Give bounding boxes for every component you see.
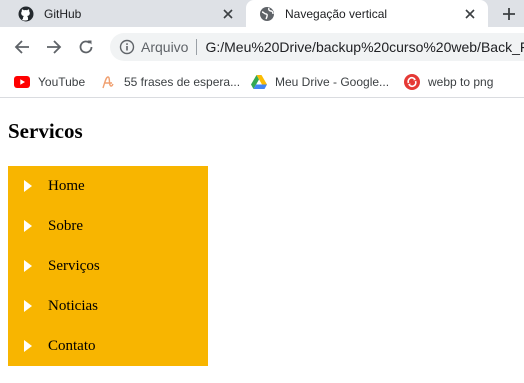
- nav-item-label: Contato: [48, 337, 96, 354]
- youtube-icon: [14, 74, 30, 90]
- tab-title: GitHub: [44, 6, 82, 21]
- close-tab-icon[interactable]: [220, 6, 236, 22]
- tab-title: Navegação vertical: [285, 6, 388, 21]
- address-bar[interactable]: Arquivo G:/Meu%20Drive/backup%20curso%20…: [110, 33, 524, 61]
- bookmark-label: YouTube: [38, 75, 86, 89]
- toolbar-divider: [0, 97, 524, 98]
- play-arrow-icon: [24, 220, 32, 232]
- page-title: Servicos: [8, 119, 83, 143]
- bookmark-webp-to-png[interactable]: webp to png: [404, 70, 493, 94]
- bookmark-frases[interactable]: 55 frases de espera...: [100, 70, 240, 94]
- nav-item-label: Home: [48, 177, 85, 194]
- nav-item-label: Serviços: [48, 257, 100, 274]
- bookmark-meu-drive[interactable]: Meu Drive - Google...: [251, 70, 389, 94]
- tab-github[interactable]: GitHub: [0, 0, 246, 27]
- url-text: G:/Meu%20Drive/backup%20curso%20web/Back…: [205, 39, 524, 55]
- github-icon: [18, 6, 34, 22]
- bookmark-label: 55 frases de espera...: [124, 75, 241, 89]
- reload-icon[interactable]: [75, 36, 97, 58]
- bookmark-label: webp to png: [428, 75, 494, 89]
- nav-item-home[interactable]: Home: [8, 166, 208, 206]
- back-arrow-icon[interactable]: [11, 36, 33, 58]
- play-arrow-icon: [24, 340, 32, 352]
- info-icon[interactable]: [119, 39, 135, 55]
- nav-item-noticias[interactable]: Noticias: [8, 286, 208, 326]
- new-tab-icon[interactable]: [496, 1, 522, 27]
- bookmarks-bar: YouTube 55 frases de espera... Meu Drive…: [0, 67, 524, 97]
- tab-navegacao-vertical[interactable]: Navegação vertical: [246, 0, 488, 27]
- vertical-nav-menu: Home Sobre Serviços Noticias Contato: [8, 166, 208, 366]
- play-arrow-icon: [24, 180, 32, 192]
- omnibox-divider: [196, 39, 198, 55]
- nav-item-contato[interactable]: Contato: [8, 326, 208, 366]
- converter-icon: [404, 74, 420, 90]
- scheme-label: Arquivo: [141, 39, 189, 55]
- play-arrow-icon: [24, 300, 32, 312]
- nav-item-label: Sobre: [48, 217, 83, 234]
- forward-arrow-icon[interactable]: [43, 36, 65, 58]
- script-icon: [100, 74, 116, 90]
- close-tab-icon[interactable]: [462, 6, 478, 22]
- browser-toolbar: Arquivo G:/Meu%20Drive/backup%20curso%20…: [0, 27, 524, 67]
- tab-strip: GitHub Navegação vertical: [0, 0, 524, 27]
- bookmark-label: Meu Drive - Google...: [275, 75, 390, 89]
- nav-item-sobre[interactable]: Sobre: [8, 206, 208, 246]
- nav-item-servicos[interactable]: Serviços: [8, 246, 208, 286]
- google-drive-icon: [251, 74, 267, 90]
- play-arrow-icon: [24, 260, 32, 272]
- nav-item-label: Noticias: [48, 297, 98, 314]
- bookmark-youtube[interactable]: YouTube: [14, 70, 85, 94]
- globe-icon: [259, 6, 275, 22]
